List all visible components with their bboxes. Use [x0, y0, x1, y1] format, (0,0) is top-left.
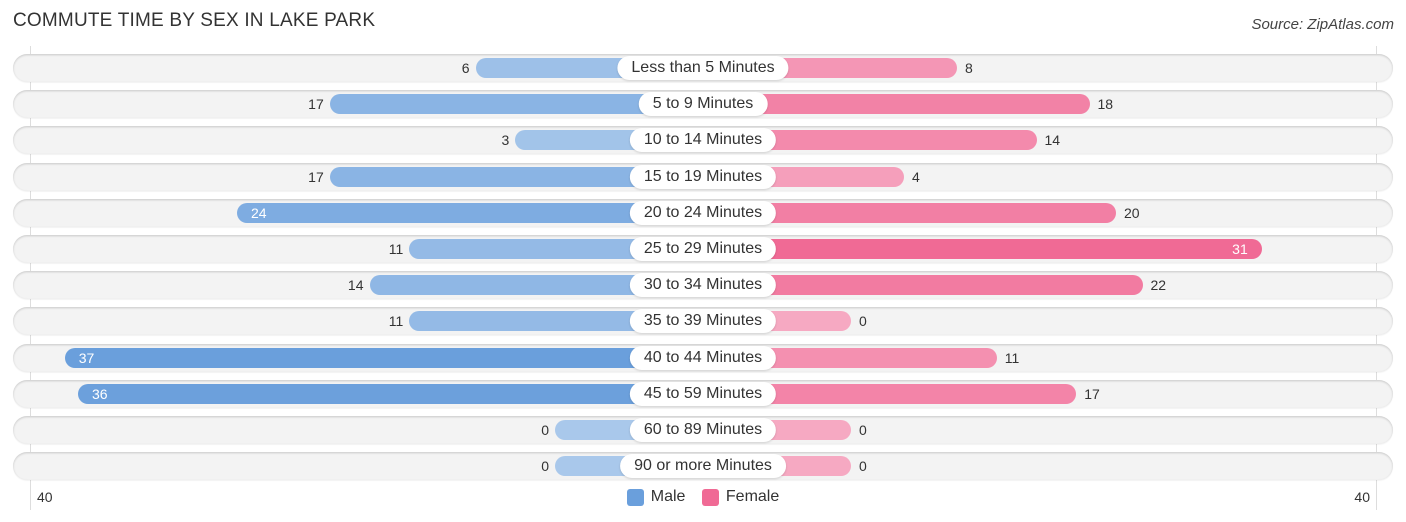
category-label: 30 to 34 Minutes — [629, 273, 777, 298]
category-label: 15 to 19 Minutes — [629, 164, 777, 189]
category-label: 5 to 9 Minutes — [638, 92, 768, 117]
value-label-female: 0 — [859, 313, 867, 330]
legend-item-male[interactable]: Male — [626, 488, 686, 506]
value-label-female: 0 — [859, 458, 867, 475]
value-label-male: 36 — [92, 385, 108, 402]
value-label-female: 17 — [1084, 385, 1100, 402]
chart-title: COMMUTE TIME BY SEX IN LAKE PARK — [13, 10, 376, 31]
value-label-male: 17 — [308, 168, 324, 185]
bar-male[interactable] — [78, 383, 703, 404]
value-label-male: 0 — [541, 458, 549, 475]
bar-male[interactable] — [64, 347, 703, 368]
category-label: 20 to 24 Minutes — [629, 200, 777, 225]
value-label-female: 31 — [1232, 241, 1248, 257]
legend-item-female[interactable]: Female — [701, 488, 780, 506]
value-label-male: 17 — [308, 96, 324, 113]
value-label-male: 11 — [388, 313, 404, 330]
category-label: 10 to 14 Minutes — [629, 128, 777, 153]
legend: Male Female — [0, 488, 1406, 511]
category-label: 40 to 44 Minutes — [629, 345, 777, 370]
value-label-male: 37 — [78, 349, 95, 366]
value-label-female: 20 — [1124, 204, 1140, 221]
legend-swatch-male — [626, 488, 644, 506]
value-label-male: 14 — [347, 277, 364, 294]
bar-female[interactable] — [703, 239, 1262, 259]
category-label: 45 to 59 Minutes — [629, 381, 777, 406]
value-label-female: 8 — [965, 60, 973, 76]
value-label-female: 22 — [1150, 277, 1167, 294]
legend-label-male: Male — [650, 488, 686, 505]
value-label-female: 11 — [1004, 349, 1020, 366]
legend-swatch-female — [701, 488, 719, 506]
value-label-male: 24 — [251, 204, 267, 221]
category-label: Less than 5 Minutes — [617, 56, 789, 80]
category-label: 60 to 89 Minutes — [629, 418, 777, 442]
category-label: 25 to 29 Minutes — [629, 237, 777, 261]
source-label: Source: ZipAtlas.com — [1251, 16, 1394, 33]
value-label-female: 0 — [859, 422, 867, 438]
legend-label-female: Female — [725, 488, 780, 505]
value-label-male: 6 — [461, 60, 470, 76]
value-label-male: 11 — [388, 241, 404, 257]
value-label-female: 4 — [912, 168, 920, 185]
value-label-female: 14 — [1044, 132, 1061, 149]
value-label-male: 3 — [501, 132, 510, 149]
value-label-female: 18 — [1097, 96, 1114, 113]
category-label: 90 or more Minutes — [620, 454, 786, 479]
category-label: 35 to 39 Minutes — [629, 309, 777, 334]
value-label-male: 0 — [541, 422, 549, 438]
